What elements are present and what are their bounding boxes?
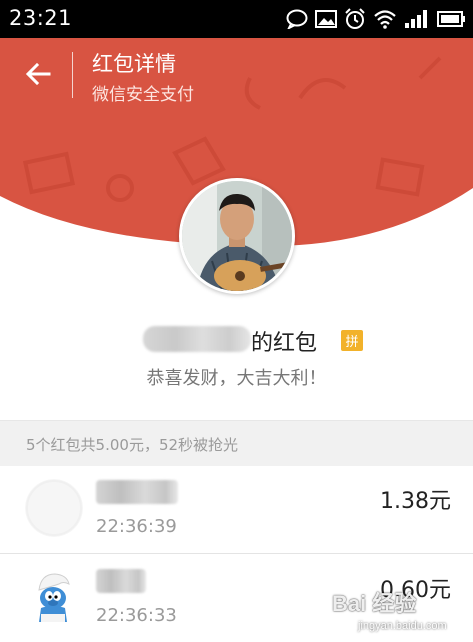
signal-icon <box>405 10 427 28</box>
chat-bubble-icon <box>286 9 308 29</box>
summary-text: 5个红包共5.00元，52秒被抢光 <box>26 436 239 454</box>
sender-row: 的红包 拼 <box>0 322 473 358</box>
recipient-name-redacted <box>96 480 178 504</box>
back-arrow-icon <box>25 63 51 85</box>
smurf-avatar <box>25 568 83 626</box>
page-title: 红包详情 <box>92 52 176 76</box>
image-icon <box>315 10 337 28</box>
group-badge: 拼 <box>341 330 363 351</box>
status-time: 23:21 <box>9 6 73 30</box>
baidu-watermark: Bai 经验 jingyan.baidu.com <box>332 586 470 640</box>
list-item[interactable]: 22:36:39 1.38元 <box>0 466 473 554</box>
record-time: 22:36:39 <box>96 516 177 537</box>
back-button[interactable] <box>16 54 60 94</box>
status-bar: 23:21 <box>0 0 473 38</box>
sender-name-suffix: 的红包 <box>251 331 318 356</box>
summary-bar: 5个红包共5.00元，52秒被抢光 <box>0 420 473 466</box>
status-icons <box>286 7 467 31</box>
recipient-name-redacted <box>96 569 146 593</box>
battery-icon <box>437 11 465 27</box>
sender-name-redacted <box>143 326 251 352</box>
header-divider <box>72 52 73 98</box>
record-amount: 1.38元 <box>380 489 451 514</box>
wifi-icon <box>374 10 396 29</box>
record-time: 22:36:33 <box>96 605 177 626</box>
blank-avatar <box>25 479 83 537</box>
sender-avatar[interactable] <box>179 178 295 294</box>
watermark-logo: Bai 经验 <box>332 591 417 616</box>
watermark-url: jingyan.baidu.com <box>358 620 447 632</box>
page-subtitle: 微信安全支付 <box>92 85 194 105</box>
greeting-message: 恭喜发财，大吉大利！ <box>146 368 327 389</box>
alarm-icon <box>345 8 365 29</box>
